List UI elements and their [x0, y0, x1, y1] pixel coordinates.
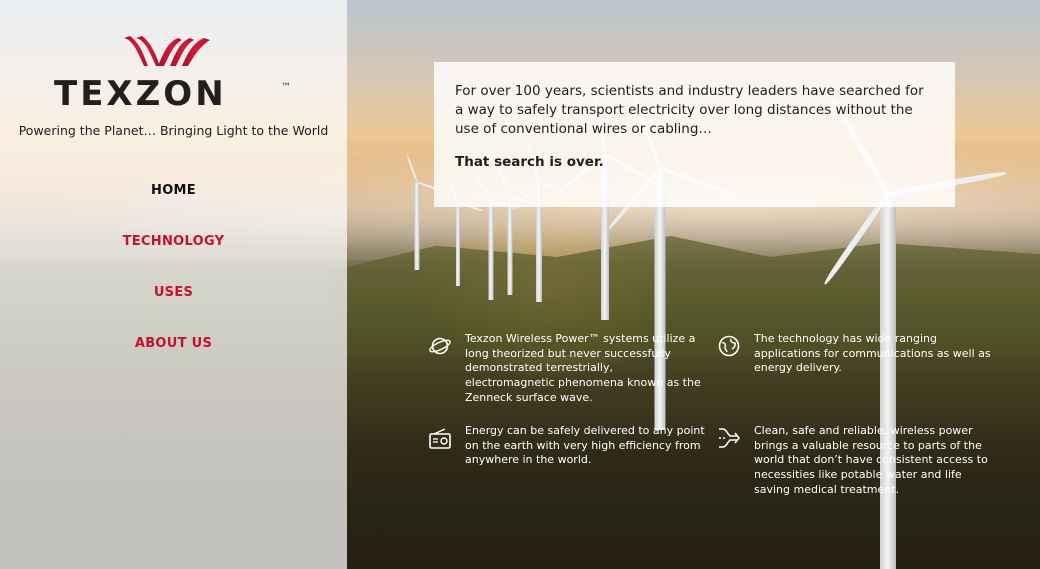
wind-turbine	[406, 155, 444, 270]
feature-text: The technology has wide ranging applicat…	[754, 332, 991, 375]
planet-icon	[429, 337, 451, 355]
texzon-logo-mark[interactable]	[122, 34, 212, 72]
wind-turbine	[497, 164, 544, 295]
wind-turbine	[475, 175, 521, 300]
radio-icon	[429, 428, 451, 449]
nav-item-uses[interactable]: USES	[0, 283, 347, 334]
tagline: Powering the Planet… Bringing Light to t…	[18, 123, 329, 138]
feature-text: Clean, safe and reliable, wireless power…	[754, 424, 988, 496]
nav-item-home[interactable]: HOME	[0, 181, 347, 232]
brand-name[interactable]: TEXZON	[54, 74, 294, 114]
main-nav: HOME TECHNOLOGY USES ABOUT US	[0, 181, 347, 385]
feature-text: Texzon Wireless Power™ systems utilize a…	[465, 332, 701, 404]
wind-turbine	[448, 177, 483, 286]
trademark-symbol: ™	[281, 82, 291, 93]
nav-item-technology[interactable]: TECHNOLOGY	[0, 232, 347, 283]
intro-box: For over 100 years, scientists and indus…	[434, 62, 955, 207]
sidebar: TEXZON ™ Powering the Planet… Bringing L…	[0, 0, 347, 569]
branch-arrows-icon	[719, 428, 740, 448]
feature-text: Energy can be safely delivered to any po…	[465, 424, 705, 467]
intro-emphasis: That search is over.	[455, 154, 604, 170]
nav-item-about-us[interactable]: ABOUT US	[0, 334, 347, 385]
globe-icon	[718, 335, 740, 357]
intro-paragraph: For over 100 years, scientists and indus…	[455, 83, 924, 137]
